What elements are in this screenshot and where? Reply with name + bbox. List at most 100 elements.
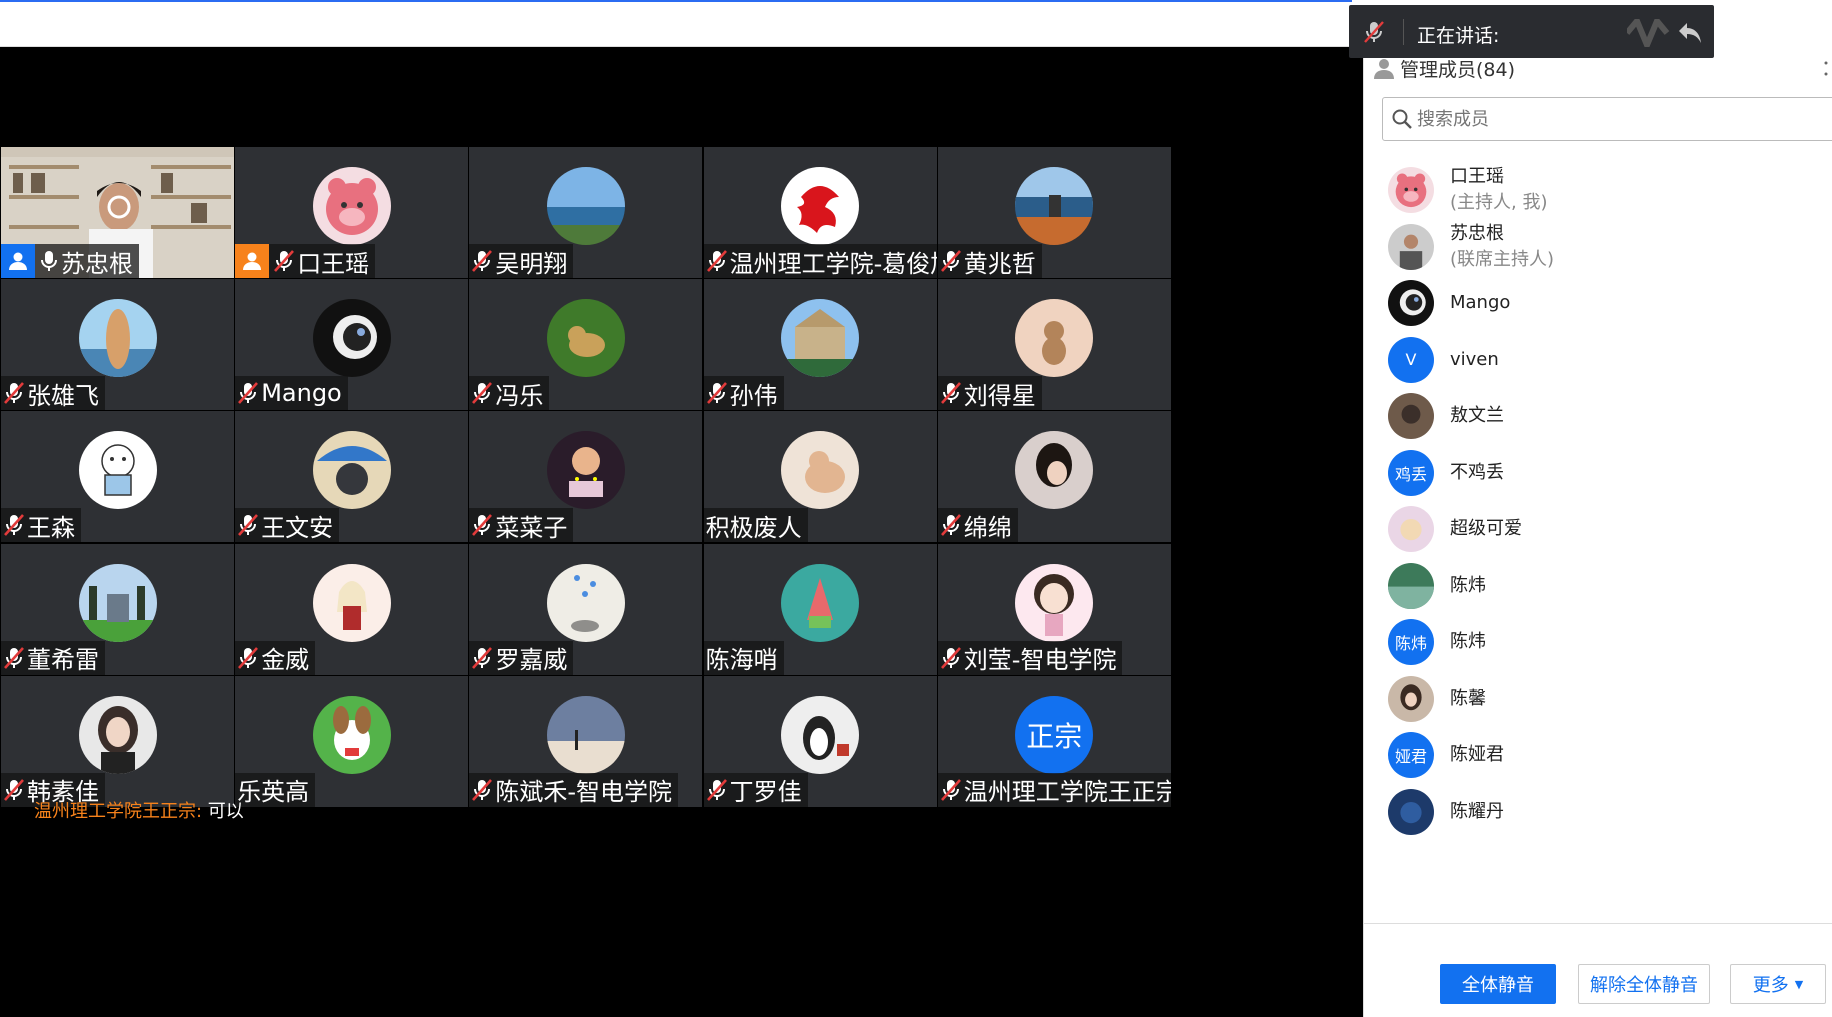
avatar xyxy=(781,695,860,774)
avatar xyxy=(1015,167,1094,245)
search-input[interactable] xyxy=(1417,108,1797,130)
more-button[interactable]: 更多 ▼ xyxy=(1730,964,1826,1004)
video-tile[interactable]: 陈斌禾-智电学院 xyxy=(469,675,703,807)
mic-muted-icon xyxy=(472,382,493,405)
avatar xyxy=(781,299,860,378)
avatar xyxy=(546,563,625,642)
participant-namebar: 王文安 xyxy=(235,508,340,543)
mic-muted-icon xyxy=(940,382,961,405)
mic-muted-icon xyxy=(274,250,295,272)
more-vertical-icon[interactable] xyxy=(1824,59,1828,89)
member-avatar xyxy=(1388,562,1434,609)
member-avatar xyxy=(1388,675,1434,722)
video-tile[interactable]: 绵绵 xyxy=(937,411,1171,543)
member-item[interactable]: Mango xyxy=(1388,275,1510,331)
member-item[interactable]: Vviven xyxy=(1388,332,1499,388)
participant-namebar: 刘莹-智电学院 xyxy=(937,640,1123,675)
avatar xyxy=(781,563,860,642)
video-tile[interactable]: 刘莹-智电学院 xyxy=(937,543,1171,675)
video-tile[interactable]: 苏忠根 xyxy=(1,147,234,278)
video-tile[interactable]: 王文安 xyxy=(235,411,469,543)
mic-muted-icon xyxy=(472,514,493,537)
participant-namebar: 王森 xyxy=(1,508,81,543)
search-icon xyxy=(1392,109,1412,129)
member-item[interactable]: 苏忠根 (联席主持人) xyxy=(1388,219,1554,275)
return-icon[interactable] xyxy=(1677,19,1703,45)
participant-name: 乐英高 xyxy=(237,778,310,807)
avatar xyxy=(78,431,157,510)
member-info: 陈炜 xyxy=(1450,573,1486,599)
participant-name: 陈斌禾-智电学院 xyxy=(495,778,673,807)
member-name: 陈炜 xyxy=(1450,631,1486,652)
member-item[interactable]: 陈炜 xyxy=(1388,558,1486,614)
member-avatar xyxy=(1388,506,1434,552)
video-tile[interactable]: 温州理工学院-葛俊旭 xyxy=(703,147,937,278)
participant-namebar: 冯乐 xyxy=(469,376,550,411)
video-tile[interactable]: 冯乐 xyxy=(469,279,703,411)
mute-all-button[interactable]: 全体静音 xyxy=(1440,964,1556,1004)
video-tile[interactable]: 韩素佳 xyxy=(1,675,234,807)
member-name: 不鸡丢 xyxy=(1450,461,1504,483)
video-tile[interactable]: 乐英高 xyxy=(235,675,469,807)
video-tile[interactable]: 陈海哨 xyxy=(703,543,937,675)
avatar xyxy=(546,167,625,245)
participant-name: 温州理工学院王正宗 xyxy=(963,778,1171,807)
mic-muted-icon xyxy=(4,514,24,537)
video-tile[interactable]: 口王瑶 xyxy=(235,147,469,278)
video-tile[interactable]: 金威 xyxy=(235,543,469,675)
member-item[interactable]: 敖文兰 xyxy=(1388,388,1504,444)
participant-name: 冯乐 xyxy=(495,381,544,410)
participant-namebar: 刘得星 xyxy=(937,376,1042,411)
member-avatar xyxy=(1388,167,1434,213)
member-item[interactable]: 陈炜 陈炜 xyxy=(1388,614,1486,670)
video-tile[interactable]: 孙伟 xyxy=(703,279,937,411)
member-avatar: V xyxy=(1388,336,1434,383)
member-role: (联席主持人) xyxy=(1450,248,1555,270)
video-tile[interactable]: 刘得星 xyxy=(937,279,1171,411)
participant-namebar: Mango xyxy=(235,376,348,411)
participant-name: 积极废人 xyxy=(705,513,802,542)
member-name: 敖文兰 xyxy=(1450,405,1504,426)
member-avatar: 陈炜 xyxy=(1388,619,1434,665)
members-header[interactable]: 管理成员(84) xyxy=(1372,55,1515,82)
video-tile[interactable]: 丁罗佳 xyxy=(703,675,937,807)
member-item[interactable]: 鸡丢 不鸡丢 xyxy=(1388,445,1504,501)
video-tile[interactable]: 正宗 温州理工学院王正宗 xyxy=(937,675,1171,807)
mic-muted-icon xyxy=(940,646,961,669)
member-item[interactable]: 超级可爱 xyxy=(1388,501,1522,557)
video-tile[interactable]: 罗嘉威 xyxy=(469,543,703,675)
title-bar xyxy=(0,0,1352,47)
member-role: (主持人, 我) xyxy=(1450,192,1548,213)
member-item[interactable]: 娅君 陈娅君 xyxy=(1388,727,1504,783)
member-info: 口王瑶 (主持人, 我) xyxy=(1450,164,1548,216)
video-tile[interactable]: 董希雷 xyxy=(1,543,234,675)
avatar xyxy=(1015,563,1094,642)
participant-namebar: 口王瑶 xyxy=(235,244,376,278)
speaking-indicator[interactable]: 正在讲话: xyxy=(1349,5,1714,58)
video-tile[interactable]: 吴明翔 xyxy=(469,147,703,278)
video-tile[interactable]: 张雄飞 xyxy=(1,279,234,411)
mic-muted-icon xyxy=(4,382,24,405)
member-item[interactable]: 陈馨 xyxy=(1388,671,1486,727)
search-box[interactable] xyxy=(1382,97,1832,141)
member-item[interactable]: 陈耀丹 xyxy=(1388,784,1504,840)
member-info: 不鸡丢 xyxy=(1450,460,1504,486)
mic-icon xyxy=(41,251,57,271)
more-label: 更多 xyxy=(1752,975,1789,996)
participant-namebar: 吴明翔 xyxy=(469,244,574,278)
participant-namebar: 丁罗佳 xyxy=(703,772,808,807)
participant-namebar: 孙伟 xyxy=(703,376,784,411)
video-tile[interactable]: 积极废人 xyxy=(703,411,937,543)
member-item[interactable]: 口王瑶 (主持人, 我) xyxy=(1388,162,1548,218)
audio-wave-icon xyxy=(1627,19,1670,47)
video-tile[interactable]: 菜菜子 xyxy=(469,411,703,543)
unmute-all-button[interactable]: 解除全体静音 xyxy=(1578,964,1710,1004)
member-list: 口王瑶 (主持人, 我) 苏忠根 (联席主持人) Mango Vviven 敖文兰鸡丢 不鸡丢… xyxy=(1364,162,1832,922)
video-tile[interactable]: 黄兆哲 xyxy=(937,147,1171,278)
participant-namebar: 积极废人 xyxy=(703,508,808,543)
participant-name: 丁罗佳 xyxy=(729,778,802,807)
member-info: 苏忠根 (联席主持人) xyxy=(1450,221,1554,273)
mic-muted-icon xyxy=(472,646,493,669)
video-tile[interactable]: Mango xyxy=(235,279,469,411)
video-tile[interactable]: 王森 xyxy=(1,411,234,543)
